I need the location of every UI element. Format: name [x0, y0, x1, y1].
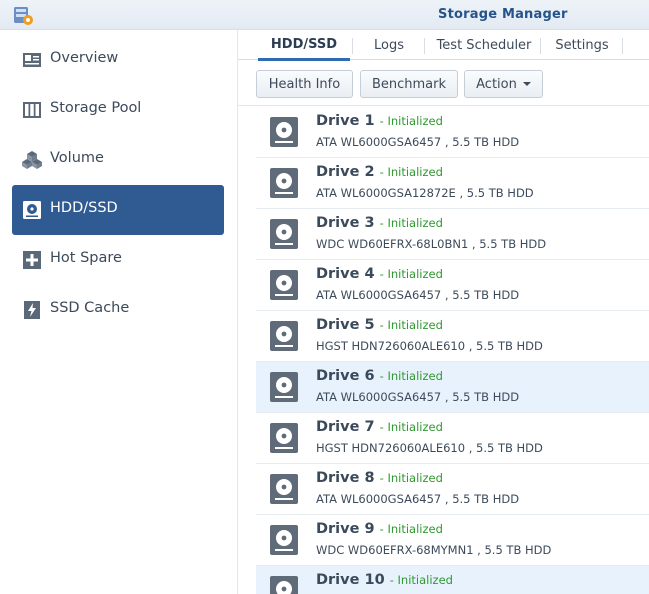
health-info-button[interactable]: Health Info: [256, 70, 353, 98]
sidebar-item-label: Overview: [50, 50, 119, 66]
drive-description: WDC WD60EFRX-68L0BN1 , 5.5 TB HDD: [316, 237, 547, 251]
tab-divider: [622, 38, 623, 54]
drive-row[interactable]: Drive 6 - Initialized ATA WL6000GSA6457 …: [256, 362, 649, 413]
sidebar-item-label: HDD/SSD: [50, 200, 118, 216]
sidebar-item-overview[interactable]: Overview: [12, 35, 224, 85]
drive-name: Drive 5 - Initialized: [316, 317, 443, 333]
hdd-icon: [270, 372, 298, 402]
drive-status: - Initialized: [379, 165, 443, 179]
drive-name-text: Drive 8: [316, 470, 375, 486]
drive-row[interactable]: Drive 3 - Initialized WDC WD60EFRX-68L0B…: [256, 209, 649, 260]
drive-name-text: Drive 7: [316, 419, 375, 435]
drive-status: - Initialized: [379, 522, 443, 536]
drive-description: ATA WL6000GSA6457 , 5.5 TB HDD: [316, 390, 520, 404]
title-bar: Storage Manager: [0, 0, 649, 30]
volume-icon: [22, 151, 42, 169]
drive-name-text: Drive 6: [316, 368, 375, 384]
hdd-icon: [270, 168, 298, 198]
tab-settings[interactable]: Settings: [544, 30, 620, 60]
hdd-icon: [270, 117, 298, 147]
drive-row[interactable]: Drive 5 - Initialized HGST HDN726060ALE6…: [256, 311, 649, 362]
drive-name-text: Drive 4: [316, 266, 375, 282]
drive-description: HGST HDN726060ALE610 , 5.5 TB HDD: [316, 339, 543, 353]
drive-description: ATA WL6000GSA6457 , 5.5 TB HDD: [316, 288, 520, 302]
drive-status: - Initialized: [379, 216, 443, 230]
drive-name: Drive 3 - Initialized: [316, 215, 443, 231]
drive-description: ATA WL6000GSA12872E , 5.5 TB HDD: [316, 186, 534, 200]
sidebar-item-label: Hot Spare: [50, 250, 122, 266]
toolbar: Health Info Benchmark Action: [238, 60, 649, 106]
hdd-icon: [270, 423, 298, 453]
sidebar-item-ssd-cache[interactable]: SSD Cache: [12, 285, 224, 335]
drive-row[interactable]: Drive 2 - Initialized ATA WL6000GSA12872…: [256, 158, 649, 209]
drive-name-text: Drive 1: [316, 113, 375, 129]
drive-row[interactable]: Drive 10 - Initialized: [256, 566, 649, 594]
tab-test-scheduler[interactable]: Test Scheduler: [428, 30, 540, 60]
drive-row[interactable]: Drive 1 - Initialized ATA WL6000GSA6457 …: [256, 107, 649, 158]
overview-icon: [23, 53, 41, 67]
tab-hdd-ssd[interactable]: HDD/SSD: [258, 30, 350, 61]
hdd-icon: [270, 576, 298, 594]
hdd-icon: [270, 474, 298, 504]
storage-pool-icon: [23, 102, 41, 118]
sidebar-item-hdd-ssd[interactable]: HDD/SSD: [12, 185, 224, 235]
drive-name: Drive 4 - Initialized: [316, 266, 443, 282]
drive-description: ATA WL6000GSA6457 , 5.5 TB HDD: [316, 135, 520, 149]
drive-list: Drive 1 - Initialized ATA WL6000GSA6457 …: [256, 107, 649, 594]
drive-name: Drive 8 - Initialized: [316, 470, 443, 486]
action-button-label: Action: [476, 76, 517, 92]
drive-row[interactable]: Drive 8 - Initialized ATA WL6000GSA6457 …: [256, 464, 649, 515]
hdd-icon: [270, 270, 298, 300]
drive-status: - Initialized: [379, 420, 443, 434]
drive-name-text: Drive 3: [316, 215, 375, 231]
sidebar-item-storage-pool[interactable]: Storage Pool: [12, 85, 224, 135]
drive-name: Drive 2 - Initialized: [316, 164, 443, 180]
drive-name: Drive 10 - Initialized: [316, 572, 453, 588]
drive-status: - Initialized: [389, 573, 453, 587]
window-title: Storage Manager: [438, 7, 568, 22]
drive-name-text: Drive 5: [316, 317, 375, 333]
drive-name-text: Drive 9: [316, 521, 375, 537]
sidebar-item-label: Storage Pool: [50, 100, 142, 116]
drive-name: Drive 7 - Initialized: [316, 419, 443, 435]
drive-description: ATA WL6000GSA6457 , 5.5 TB HDD: [316, 492, 520, 506]
drive-name: Drive 6 - Initialized: [316, 368, 443, 384]
tab-divider: [352, 38, 353, 54]
tab-bar: HDD/SSD Logs Test Scheduler Settings: [238, 30, 649, 61]
hdd-icon: [270, 219, 298, 249]
sidebar-item-label: SSD Cache: [50, 300, 130, 316]
sidebar-item-label: Volume: [50, 150, 104, 166]
chevron-down-icon: [522, 82, 531, 86]
drive-name: Drive 9 - Initialized: [316, 521, 443, 537]
tab-logs[interactable]: Logs: [356, 30, 422, 60]
sidebar-item-hot-spare[interactable]: Hot Spare: [12, 235, 224, 285]
hot-spare-icon: [23, 251, 41, 269]
drive-status: - Initialized: [379, 267, 443, 281]
ssd-cache-icon: [24, 301, 40, 319]
drive-row[interactable]: Drive 4 - Initialized ATA WL6000GSA6457 …: [256, 260, 649, 311]
tab-divider: [540, 38, 541, 54]
drive-status: - Initialized: [379, 318, 443, 332]
drive-name-text: Drive 2: [316, 164, 375, 180]
drive-description: HGST HDN726060ALE610 , 5.5 TB HDD: [316, 441, 543, 455]
benchmark-button[interactable]: Benchmark: [360, 70, 458, 98]
hdd-icon: [23, 201, 41, 219]
action-button[interactable]: Action: [464, 70, 543, 98]
tab-divider: [424, 38, 425, 54]
sidebar-item-volume[interactable]: Volume: [12, 135, 224, 185]
drive-status: - Initialized: [379, 471, 443, 485]
drive-status: - Initialized: [379, 114, 443, 128]
drive-row[interactable]: Drive 7 - Initialized HGST HDN726060ALE6…: [256, 413, 649, 464]
sidebar: Overview Storage Pool Volume HDD/SSD Hot…: [0, 30, 238, 594]
storage-manager-app-icon: [14, 7, 33, 25]
drive-name-text: Drive 10: [316, 572, 385, 588]
drive-description: WDC WD60EFRX-68MYMN1 , 5.5 TB HDD: [316, 543, 552, 557]
drive-name: Drive 1 - Initialized: [316, 113, 443, 129]
hdd-icon: [270, 321, 298, 351]
drive-row[interactable]: Drive 9 - Initialized WDC WD60EFRX-68MYM…: [256, 515, 649, 566]
drive-status: - Initialized: [379, 369, 443, 383]
hdd-icon: [270, 525, 298, 555]
